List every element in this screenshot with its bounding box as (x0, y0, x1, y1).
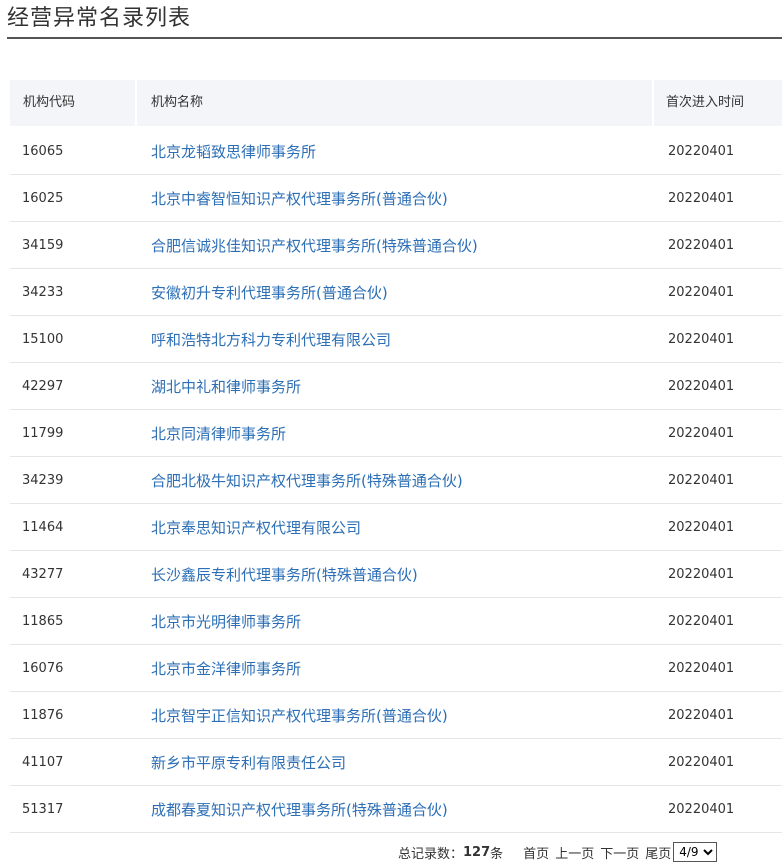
org-name-cell: 新乡市平原专利有限责任公司 (137, 752, 654, 773)
org-name-link[interactable]: 北京市金洋律师事务所 (151, 660, 301, 678)
first-entry-date-cell: 20220401 (668, 378, 735, 394)
org-name-link[interactable]: 长沙鑫辰专利代理事务所(特殊普通合伙) (151, 566, 418, 584)
org-code-cell: 41107 (22, 754, 64, 770)
table-row: 11464 北京奉思知识产权代理有限公司 20220401 (10, 504, 782, 551)
org-name-cell: 北京奉思知识产权代理有限公司 (137, 517, 654, 538)
org-name-cell: 安徽初升专利代理事务所(普通合伙) (137, 282, 654, 303)
table-row: 15100 呼和浩特北方科力专利代理有限公司 20220401 (10, 316, 782, 363)
org-name-cell: 北京智宇正信知识产权代理事务所(普通合伙) (137, 705, 654, 726)
org-name-link[interactable]: 北京智宇正信知识产权代理事务所(普通合伙) (151, 707, 448, 725)
org-name-link[interactable]: 呼和浩特北方科力专利代理有限公司 (151, 331, 391, 349)
org-name-cell: 北京龙韬致思律师事务所 (137, 141, 654, 162)
org-name-link[interactable]: 湖北中礼和律师事务所 (151, 378, 301, 396)
table-row: 43277 长沙鑫辰专利代理事务所(特殊普通合伙) 20220401 (10, 551, 782, 598)
first-entry-date-cell: 20220401 (668, 425, 735, 441)
pagination: 总记录数： 127 条 首页 上一页 下一页 尾页 4/9 (398, 840, 718, 864)
org-code-cell: 34239 (22, 472, 64, 488)
first-entry-date-cell: 20220401 (668, 613, 735, 629)
org-name-cell: 北京市光明律师事务所 (137, 611, 654, 632)
org-code-cell: 43277 (22, 566, 64, 582)
table-row: 34239 合肥北极牛知识产权代理事务所(特殊普通合伙) 20220401 (10, 457, 782, 504)
table-row: 16025 北京中睿智恒知识产权代理事务所(普通合伙) 20220401 (10, 175, 782, 222)
table-row: 51317 成都春夏知识产权代理事务所(特殊普通合伙) 20220401 (10, 786, 782, 833)
org-code-cell: 16076 (22, 660, 64, 676)
first-entry-date-cell: 20220401 (668, 519, 735, 535)
org-name-link[interactable]: 北京市光明律师事务所 (151, 613, 301, 631)
org-code-cell: 51317 (22, 801, 64, 817)
page-select[interactable]: 4/9 (673, 842, 718, 862)
next-page-link[interactable]: 下一页 (600, 843, 639, 862)
org-code-cell: 11464 (22, 519, 64, 535)
org-name-cell: 湖北中礼和律师事务所 (137, 376, 654, 397)
org-code-cell: 34233 (22, 284, 64, 300)
org-name-cell: 成都春夏知识产权代理事务所(特殊普通合伙) (137, 799, 654, 820)
org-name-link[interactable]: 合肥信诚兆佳知识产权代理事务所(特殊普通合伙) (151, 237, 478, 255)
total-unit: 条 (490, 846, 504, 862)
first-entry-date-cell: 20220401 (668, 754, 735, 770)
first-entry-date-cell: 20220401 (668, 237, 735, 253)
first-page-link[interactable]: 首页 (523, 843, 549, 862)
org-code-cell: 11876 (22, 707, 64, 723)
org-name-cell: 长沙鑫辰专利代理事务所(特殊普通合伙) (137, 564, 654, 585)
org-name-cell: 呼和浩特北方科力专利代理有限公司 (137, 329, 654, 350)
table-row: 16065 北京龙韬致思律师事务所 20220401 (10, 128, 782, 175)
first-entry-date-cell: 20220401 (668, 566, 735, 582)
org-name-link[interactable]: 北京同清律师事务所 (151, 425, 286, 443)
org-name-link[interactable]: 合肥北极牛知识产权代理事务所(特殊普通合伙) (151, 472, 463, 490)
table-row: 11799 北京同清律师事务所 20220401 (10, 410, 782, 457)
org-name-cell: 北京同清律师事务所 (137, 423, 654, 444)
abnormal-list-table: 机构代码 机构名称 首次进入时间 16065 北京龙韬致思律师事务所 2022040… (10, 80, 782, 833)
first-entry-date-cell: 20220401 (668, 143, 735, 159)
org-code-cell: 11865 (22, 613, 64, 629)
title-divider (7, 37, 782, 39)
org-name-link[interactable]: 安徽初升专利代理事务所(普通合伙) (151, 284, 388, 302)
table-row: 42297 湖北中礼和律师事务所 20220401 (10, 363, 782, 410)
org-name-link[interactable]: 新乡市平原专利有限责任公司 (151, 754, 346, 772)
table-row: 34233 安徽初升专利代理事务所(普通合伙) 20220401 (10, 269, 782, 316)
prev-page-link[interactable]: 上一页 (555, 843, 594, 862)
total-label: 总记录数： (398, 846, 464, 862)
org-name-cell: 合肥北极牛知识产权代理事务所(特殊普通合伙) (137, 470, 654, 491)
table-row: 16076 北京市金洋律师事务所 20220401 (10, 645, 782, 692)
org-code-cell: 34159 (22, 237, 64, 253)
first-entry-date-cell: 20220401 (668, 284, 735, 300)
first-entry-date-cell: 20220401 (668, 707, 735, 723)
total-count: 127 (463, 844, 491, 860)
page-title: 经营异常名录列表 (7, 6, 192, 31)
table-header: 机构代码 机构名称 首次进入时间 (10, 80, 782, 126)
header-org-code: 机构代码 (10, 80, 135, 126)
org-name-link[interactable]: 北京中睿智恒知识产权代理事务所(普通合伙) (151, 190, 448, 208)
org-code-cell: 16065 (22, 143, 64, 159)
first-entry-date-cell: 20220401 (668, 660, 735, 676)
first-entry-date-cell: 20220401 (668, 331, 735, 347)
table-row: 11876 北京智宇正信知识产权代理事务所(普通合伙) 20220401 (10, 692, 782, 739)
table-row: 11865 北京市光明律师事务所 20220401 (10, 598, 782, 645)
org-name-link[interactable]: 北京龙韬致思律师事务所 (151, 143, 316, 161)
org-code-cell: 16025 (22, 190, 64, 206)
org-code-cell: 15100 (22, 331, 64, 347)
first-entry-date-cell: 20220401 (668, 190, 735, 206)
first-entry-date-cell: 20220401 (668, 472, 735, 488)
table-row: 34159 合肥信诚兆佳知识产权代理事务所(特殊普通合伙) 20220401 (10, 222, 782, 269)
org-code-cell: 11799 (22, 425, 64, 441)
org-code-cell: 42297 (22, 378, 64, 394)
org-name-cell: 北京中睿智恒知识产权代理事务所(普通合伙) (137, 188, 654, 209)
org-name-link[interactable]: 成都春夏知识产权代理事务所(特殊普通合伙) (151, 801, 448, 819)
org-name-cell: 北京市金洋律师事务所 (137, 658, 654, 679)
header-org-name: 机构名称 (137, 80, 652, 126)
first-entry-date-cell: 20220401 (668, 801, 735, 817)
org-name-link[interactable]: 北京奉思知识产权代理有限公司 (151, 519, 361, 537)
table-body: 16065 北京龙韬致思律师事务所 20220401 16025 北京中睿智恒知识产权代… (10, 128, 782, 833)
table-row: 41107 新乡市平原专利有限责任公司 20220401 (10, 739, 782, 786)
header-first-entry-date: 首次进入时间 (654, 80, 782, 126)
org-name-cell: 合肥信诚兆佳知识产权代理事务所(特殊普通合伙) (137, 235, 654, 256)
last-page-link[interactable]: 尾页 (645, 843, 671, 862)
